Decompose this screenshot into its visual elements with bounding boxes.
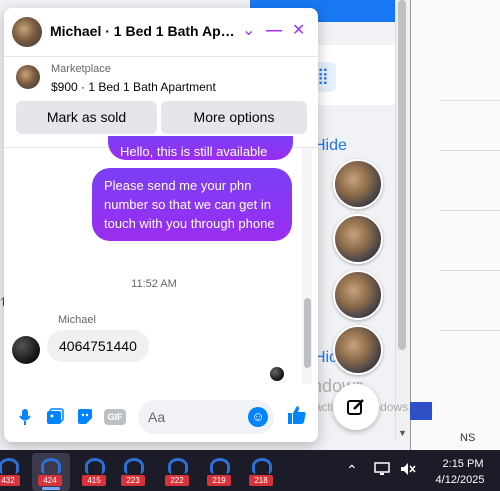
speaker-muted-icon[interactable] <box>400 462 416 479</box>
display-icon[interactable] <box>374 462 390 479</box>
taskbar-app-button[interactable]: 219 <box>207 458 233 486</box>
notification-badge: 432 <box>0 475 20 486</box>
right-window-divider <box>440 210 500 211</box>
taskbar-active-indicator <box>42 487 60 490</box>
chat-header[interactable]: Michael · 1 Bed 1 Bath Apa... ⌄ — ✕ <box>4 8 318 57</box>
notification-badge: 218 <box>249 475 273 486</box>
app-icon <box>210 458 230 474</box>
right-window-divider <box>440 270 500 271</box>
chat-head-avatar[interactable] <box>333 159 383 209</box>
sender-name: Michael <box>58 314 96 326</box>
minimize-icon[interactable]: — <box>266 20 282 42</box>
sticker-icon[interactable] <box>74 406 96 428</box>
contact-avatar[interactable] <box>12 17 42 47</box>
emoji-icon[interactable]: ☺ <box>248 407 268 427</box>
sender-avatar[interactable] <box>12 336 40 364</box>
outgoing-message: Please send me your phn number so that w… <box>92 168 292 241</box>
right-window-divider <box>440 100 500 101</box>
notification-badge: 424 <box>38 475 62 486</box>
listing-thumbnail[interactable] <box>16 65 40 89</box>
compose-icon[interactable] <box>333 384 379 430</box>
like-icon[interactable] <box>286 404 308 432</box>
right-window-divider <box>440 150 500 151</box>
taskbar-app-button[interactable]: 218 <box>249 458 275 486</box>
chevron-down-icon[interactable]: ⌄ <box>242 20 255 42</box>
chat-window: Michael · 1 Bed 1 Bath Apa... ⌄ — ✕ Mark… <box>4 8 318 442</box>
chevron-up-icon[interactable]: ⌃ <box>346 462 358 479</box>
mark-as-sold-button[interactable]: Mark as sold <box>16 101 157 134</box>
app-icon <box>85 458 105 474</box>
message-composer: GIF Aa ☺ <box>4 392 318 442</box>
chat-head-avatar[interactable] <box>333 270 383 320</box>
marketplace-listing: Marketplace $900 · 1 Bed 1 Bath Apartmen… <box>4 57 318 148</box>
app-icon <box>41 458 61 474</box>
read-receipt-avatar <box>270 367 284 381</box>
incoming-message: 4064751440 <box>47 330 149 362</box>
chat-head-avatar[interactable] <box>333 325 383 375</box>
chat-scrollbar-thumb[interactable] <box>304 298 311 368</box>
app-icon <box>168 458 188 474</box>
clock-time[interactable]: 2:15 PM <box>438 458 488 470</box>
right-window-blue-square <box>410 402 432 420</box>
microphone-icon[interactable] <box>14 406 36 428</box>
app-icon <box>0 458 19 474</box>
outgoing-message-partial: Hello, this is still available <box>108 136 293 160</box>
photo-icon[interactable] <box>44 406 66 428</box>
notification-badge: 223 <box>121 475 145 486</box>
app-icon <box>124 458 144 474</box>
message-timestamp: 11:52 AM <box>131 278 177 290</box>
close-icon[interactable]: ✕ <box>292 20 305 42</box>
notification-badge: 415 <box>82 475 106 486</box>
more-options-button[interactable]: More options <box>161 101 307 134</box>
taskbar-app-button[interactable]: 222 <box>165 458 191 486</box>
clock-date[interactable]: 4/12/2025 <box>430 474 490 486</box>
right-window-text: NS <box>460 432 476 444</box>
hide-link-top[interactable]: Hide <box>314 137 347 155</box>
app-icon <box>252 458 272 474</box>
chat-head-avatar[interactable] <box>333 214 383 264</box>
taskbar-app-button[interactable]: 415 <box>82 458 108 486</box>
marketplace-label: Marketplace <box>51 63 111 75</box>
right-window <box>410 0 500 450</box>
chat-title[interactable]: Michael · 1 Bed 1 Bath Apa... <box>50 23 235 39</box>
notification-badge: 219 <box>207 475 231 486</box>
taskbar-app-button[interactable]: 223 <box>121 458 147 486</box>
scroll-down-arrow-icon[interactable]: ▼ <box>398 428 407 438</box>
page-scrollbar-thumb[interactable] <box>398 0 406 350</box>
taskbar-app-button[interactable]: 432 <box>0 458 22 486</box>
listing-title[interactable]: $900 · 1 Bed 1 Bath Apartment <box>51 80 216 94</box>
taskbar-app-button[interactable]: 424 <box>38 458 64 486</box>
right-window-divider <box>440 330 500 331</box>
gif-icon[interactable]: GIF <box>104 409 126 425</box>
notification-badge: 222 <box>165 475 189 486</box>
